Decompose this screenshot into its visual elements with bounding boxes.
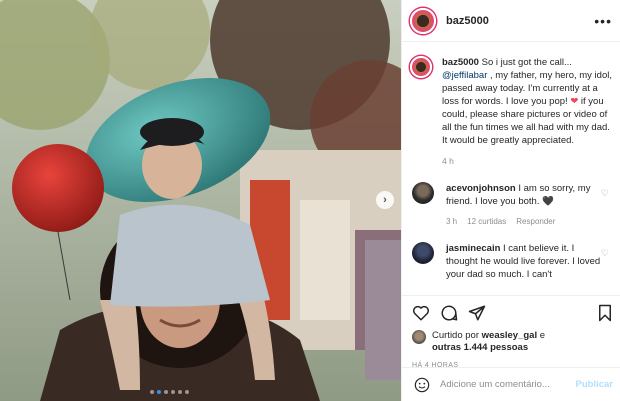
carousel-dot xyxy=(171,390,175,394)
more-options-icon[interactable]: ••• xyxy=(594,13,612,29)
comment-item: acevonjohnson I am so sorry, my friend. … xyxy=(410,182,613,228)
save-bookmark-icon[interactable] xyxy=(597,304,613,322)
commenter-avatar[interactable] xyxy=(412,242,434,264)
post-actions: Curtido por weasley_gal e outras 1.444 p… xyxy=(402,295,620,369)
carousel-dot xyxy=(185,390,189,394)
carousel-indicator xyxy=(150,390,189,394)
comment-reply-link[interactable]: Responder xyxy=(516,215,555,228)
comment-likes-link[interactable]: 12 curtidas xyxy=(467,215,506,228)
comment-body: jasminecain I cant believe it. I thought… xyxy=(446,242,606,281)
comments-list[interactable]: baz5000 So i just got the call... @jeffi… xyxy=(402,42,620,295)
caption-age: 4 h xyxy=(442,156,454,166)
comment-bubble-icon[interactable] xyxy=(440,304,458,322)
share-send-icon[interactable] xyxy=(468,304,486,322)
post-header: baz5000 ••• xyxy=(402,0,620,42)
author-username[interactable]: baz5000 xyxy=(446,15,489,27)
caption-username[interactable]: baz5000 xyxy=(442,57,479,68)
liker-avatar[interactable] xyxy=(412,330,426,344)
post-caption: baz5000 So i just got the call... @jeffi… xyxy=(410,56,613,168)
liked-by-prefix: Curtido por xyxy=(432,330,482,341)
comment-body: acevonjohnson I am so sorry, my friend. … xyxy=(446,182,606,228)
like-heart-icon[interactable] xyxy=(412,304,430,322)
comment-item: jasminecain I cant believe it. I thought… xyxy=(410,242,613,281)
comment-like-heart-icon[interactable]: ♡ xyxy=(601,248,609,259)
liked-by-others[interactable]: outras 1.444 pessoas xyxy=(432,342,528,353)
add-comment-bar: Adicione um comentário... Publicar xyxy=(402,367,620,401)
caption-mention[interactable]: @jeffilabar xyxy=(442,70,487,81)
comment-input[interactable]: Adicione um comentário... xyxy=(440,379,550,390)
carousel-dot xyxy=(164,390,168,394)
commenter-avatar[interactable] xyxy=(412,182,434,204)
next-photo-button[interactable]: › xyxy=(376,191,394,209)
action-icons xyxy=(412,302,613,324)
publish-button[interactable]: Publicar xyxy=(576,379,614,390)
commenter-username[interactable]: jasminecain xyxy=(446,243,500,254)
caption-avatar[interactable] xyxy=(410,56,432,78)
comment-meta: 3 h 12 curtidas Responder xyxy=(446,215,606,228)
post-side-panel: baz5000 ••• baz5000 So i just got the ca… xyxy=(401,0,620,401)
carousel-dot-active xyxy=(157,390,161,394)
emoji-smiley-icon[interactable] xyxy=(414,377,430,393)
liked-by-user[interactable]: weasley_gal xyxy=(482,330,537,341)
chevron-right-icon: › xyxy=(383,193,387,206)
liked-by: Curtido por weasley_gal e outras 1.444 p… xyxy=(412,330,613,354)
author-avatar[interactable] xyxy=(410,7,436,34)
post-photo[interactable]: › xyxy=(0,0,401,401)
liked-by-middle: e xyxy=(537,330,546,341)
liked-by-text: Curtido por weasley_gal e outras 1.444 p… xyxy=(432,330,545,354)
comment-like-heart-icon[interactable]: ♡ xyxy=(601,188,609,199)
photo-illustration xyxy=(0,0,401,401)
comment-age: 3 h xyxy=(446,217,458,226)
carousel-dot xyxy=(178,390,182,394)
commenter-username[interactable]: acevonjohnson xyxy=(446,183,516,194)
caption-body: baz5000 So i just got the call... @jeffi… xyxy=(442,56,613,168)
caption-text-1: So i just got the call... xyxy=(481,57,572,68)
carousel-dot xyxy=(150,390,154,394)
